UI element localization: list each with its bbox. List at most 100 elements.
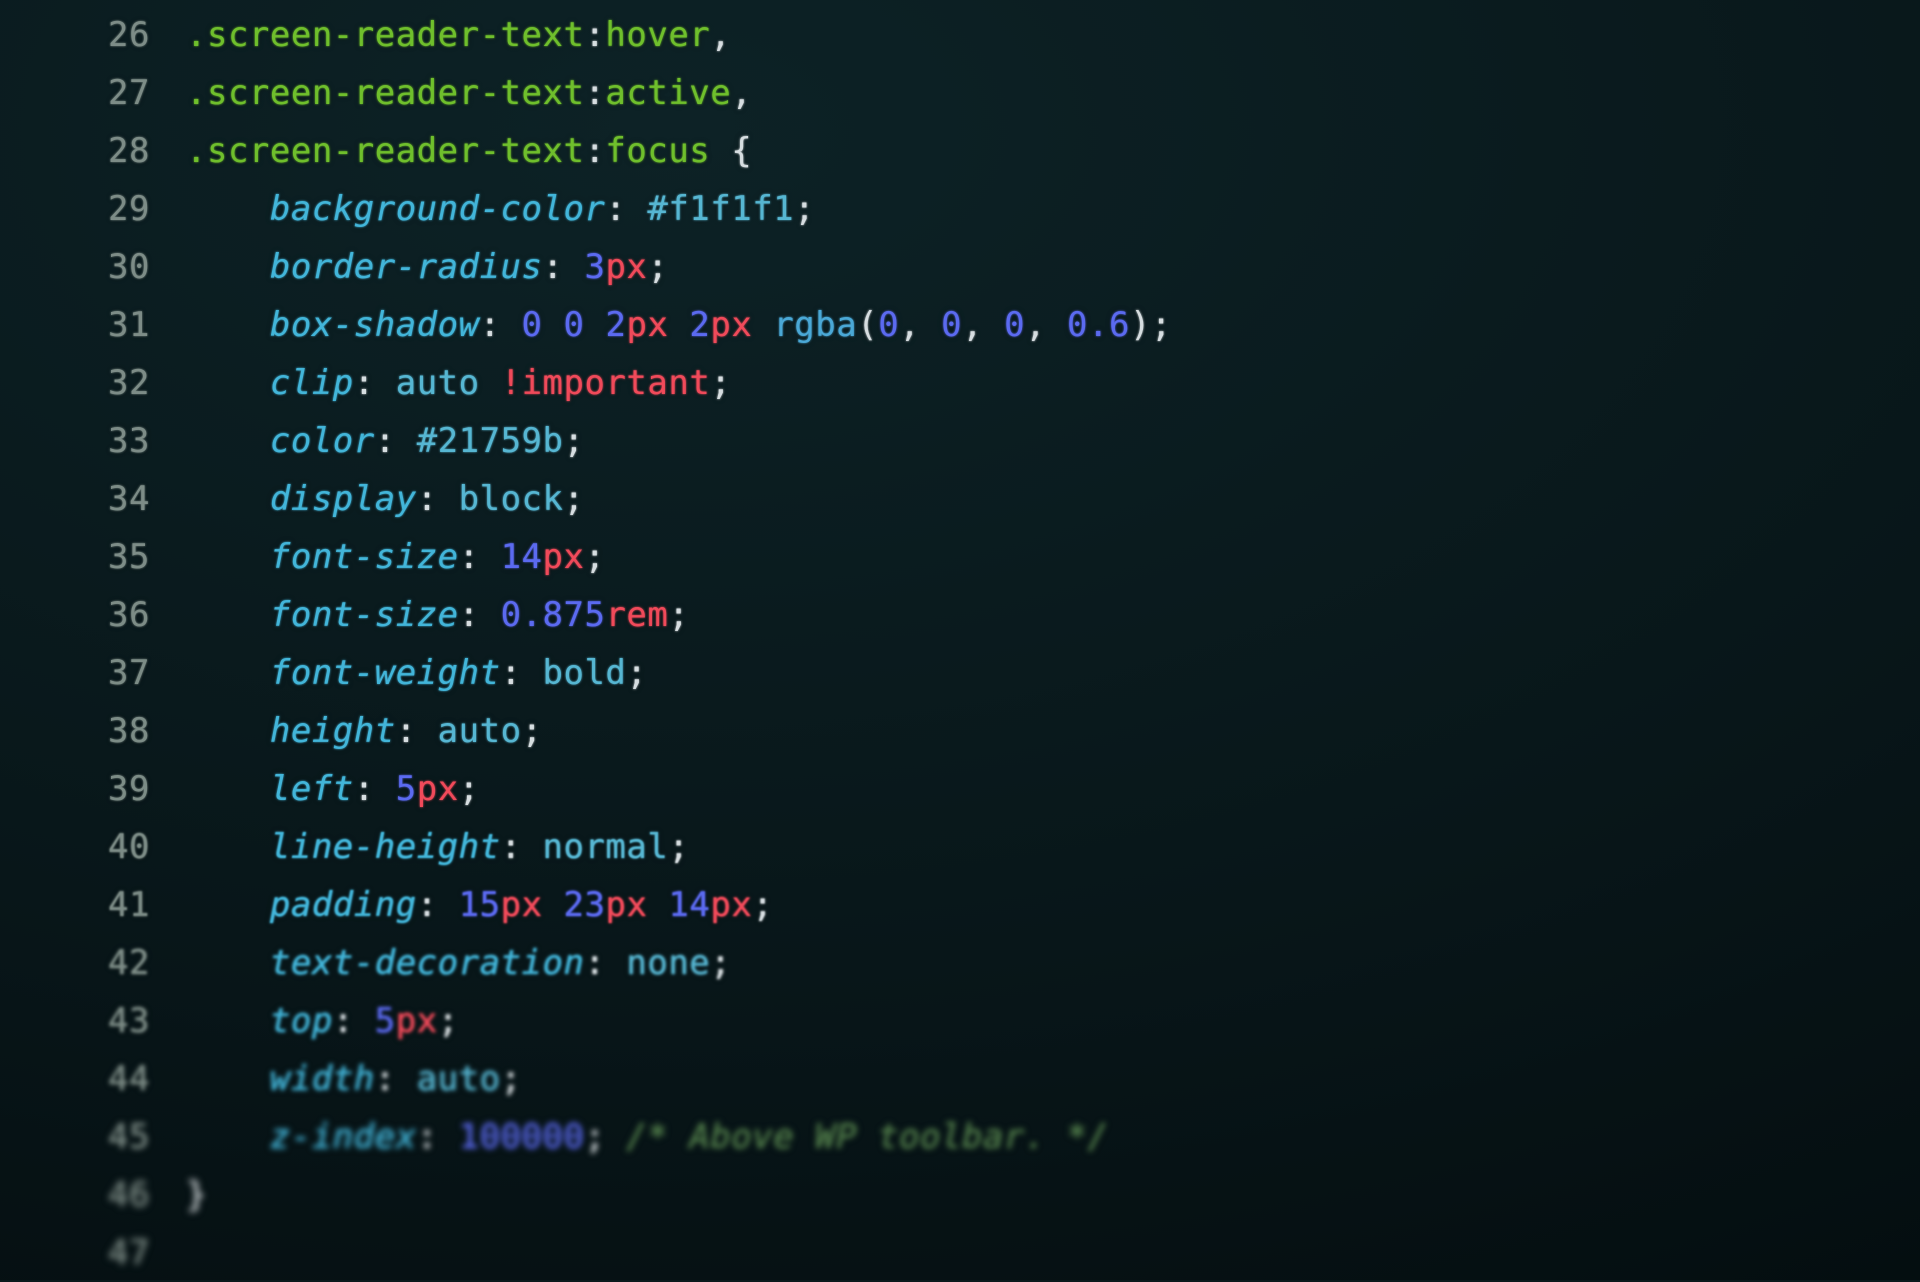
line-content[interactable]: box-shadow: 0 0 2px 2px rgba(0, 0, 0, 0.… — [186, 296, 1920, 354]
code-line[interactable]: 39 left: 5px; — [0, 760, 1920, 818]
line-content[interactable]: text-decoration: none; — [186, 934, 1920, 992]
token-unit: px — [417, 769, 459, 809]
code-line[interactable]: 30 border-radius: 3px; — [0, 238, 1920, 296]
line-content[interactable]: z-index: 100000; /* Above WP toolbar. */ — [186, 1108, 1920, 1166]
line-number: 31 — [0, 296, 186, 354]
line-content[interactable]: .screen-reader-text:focus { — [186, 122, 1920, 180]
token-punc: ; — [584, 1117, 626, 1157]
line-content[interactable]: background-color: #f1f1f1; — [186, 180, 1920, 238]
token-punc — [647, 885, 668, 925]
line-number: 26 — [0, 6, 186, 64]
line-number: 34 — [0, 470, 186, 528]
token-punc: : — [584, 131, 605, 171]
code-line[interactable]: 32 clip: auto !important; — [0, 354, 1920, 412]
token-imp: !important — [501, 363, 711, 403]
line-content[interactable]: font-weight: bold; — [186, 644, 1920, 702]
token-unit: px — [543, 537, 585, 577]
line-content[interactable]: top: 5px; — [186, 992, 1920, 1050]
token-punc — [480, 363, 501, 403]
token-num: 100000 — [459, 1117, 585, 1157]
token-punc — [543, 885, 564, 925]
line-number: 39 — [0, 760, 186, 818]
line-number: 44 — [0, 1050, 186, 1108]
line-number: 47 — [0, 1224, 186, 1282]
line-content[interactable]: height: auto; — [186, 702, 1920, 760]
line-content[interactable]: clip: auto !important; — [186, 354, 1920, 412]
token-unit: px — [626, 305, 668, 345]
code-line[interactable]: 43 top: 5px; — [0, 992, 1920, 1050]
token-unit: px — [710, 305, 752, 345]
token-punc: : — [354, 363, 396, 403]
token-unit: px — [710, 885, 752, 925]
line-number: 32 — [0, 354, 186, 412]
code-line[interactable]: 44 width: auto; — [0, 1050, 1920, 1108]
line-content[interactable]: border-radius: 3px; — [186, 238, 1920, 296]
token-punc: ; — [584, 537, 605, 577]
token-punc: : — [459, 537, 501, 577]
code-editor[interactable]: 26.screen-reader-text:hover,27.screen-re… — [0, 0, 1920, 1280]
line-content[interactable]: font-size: 0.875rem; — [186, 586, 1920, 644]
token-punc: ; — [794, 189, 815, 229]
token-punc — [752, 305, 773, 345]
code-line[interactable]: 31 box-shadow: 0 0 2px 2px rgba(0, 0, 0,… — [0, 296, 1920, 354]
token-punc: ; — [438, 1001, 459, 1041]
code-line[interactable]: 41 padding: 15px 23px 14px; — [0, 876, 1920, 934]
token-punc: } — [186, 1175, 207, 1215]
token-num: 14 — [668, 885, 710, 925]
code-line[interactable]: 42 text-decoration: none; — [0, 934, 1920, 992]
line-content[interactable]: .screen-reader-text:active, — [186, 64, 1920, 122]
token-num: 0.6 — [1067, 305, 1130, 345]
token-val: normal — [543, 827, 669, 867]
token-punc: ; — [459, 769, 480, 809]
token-punc: , — [731, 73, 752, 113]
code-line[interactable]: 38 height: auto; — [0, 702, 1920, 760]
token-num: 0 — [522, 305, 543, 345]
token-num: 0 — [564, 305, 585, 345]
code-line[interactable]: 33 color: #21759b; — [0, 412, 1920, 470]
token-punc: ; — [668, 595, 689, 635]
code-line[interactable]: 26.screen-reader-text:hover, — [0, 6, 1920, 64]
token-punc: : — [417, 1117, 459, 1157]
code-line[interactable]: 40 line-height: normal; — [0, 818, 1920, 876]
line-number: 38 — [0, 702, 186, 760]
token-num: 0 — [878, 305, 899, 345]
line-content[interactable]: font-size: 14px; — [186, 528, 1920, 586]
token-punc: ) — [1130, 305, 1151, 345]
line-content[interactable]: display: block; — [186, 470, 1920, 528]
line-content[interactable]: left: 5px; — [186, 760, 1920, 818]
code-line[interactable]: 34 display: block; — [0, 470, 1920, 528]
line-content[interactable]: } — [186, 1166, 1920, 1224]
token-val: #f1f1f1 — [647, 189, 794, 229]
code-line[interactable]: 36 font-size: 0.875rem; — [0, 586, 1920, 644]
line-content[interactable]: width: auto; — [186, 1050, 1920, 1108]
code-line[interactable]: 37 font-weight: bold; — [0, 644, 1920, 702]
token-num: 5 — [375, 1001, 396, 1041]
line-content[interactable]: padding: 15px 23px 14px; — [186, 876, 1920, 934]
code-line[interactable]: 29 background-color: #f1f1f1; — [0, 180, 1920, 238]
code-line[interactable]: 45 z-index: 100000; /* Above WP toolbar.… — [0, 1108, 1920, 1166]
token-punc: ( — [857, 305, 878, 345]
line-number: 27 — [0, 64, 186, 122]
code-line[interactable]: 27.screen-reader-text:active, — [0, 64, 1920, 122]
token-prop: font-size — [270, 537, 459, 577]
line-content[interactable]: color: #21759b; — [186, 412, 1920, 470]
token-punc: : — [543, 247, 585, 287]
code-line[interactable]: 47 — [0, 1224, 1920, 1282]
token-num: 0.875 — [501, 595, 606, 635]
line-number: 28 — [0, 122, 186, 180]
token-punc: : — [354, 769, 396, 809]
line-content[interactable]: line-height: normal; — [186, 818, 1920, 876]
code-line[interactable]: 46} — [0, 1166, 1920, 1224]
code-line[interactable]: 35 font-size: 14px; — [0, 528, 1920, 586]
token-punc: ; — [647, 247, 668, 287]
token-punc: : — [605, 189, 647, 229]
code-line[interactable]: 28.screen-reader-text:focus { — [0, 122, 1920, 180]
token-punc: : — [584, 73, 605, 113]
line-content[interactable]: .screen-reader-text:hover, — [186, 6, 1920, 64]
token-punc: ; — [501, 1059, 522, 1099]
token-punc: : — [417, 479, 459, 519]
token-num: 3 — [584, 247, 605, 287]
token-punc: : — [459, 595, 501, 635]
token-punc: : — [333, 1001, 375, 1041]
token-num: 15 — [459, 885, 501, 925]
